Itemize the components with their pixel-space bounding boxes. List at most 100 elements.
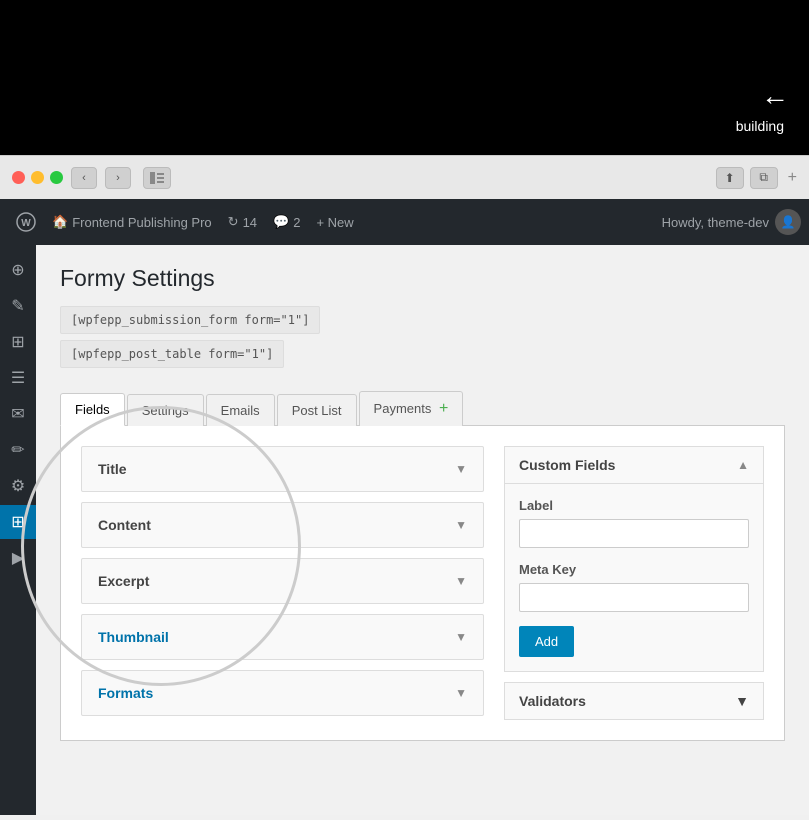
browser-actions: ⬆ ⧉ + <box>716 167 797 189</box>
settings-icon: ⚙ <box>11 476 25 496</box>
play-icon: ▶ <box>12 548 24 568</box>
avatar[interactable]: 👤 <box>775 209 801 235</box>
tab-post-list[interactable]: Post List <box>277 394 357 426</box>
sidebar-toggle-button[interactable] <box>143 167 171 189</box>
site-name[interactable]: 🏠 Frontend Publishing Pro <box>44 214 220 230</box>
plus-icon: + <box>439 400 448 417</box>
validators-chevron: ▼ <box>735 693 749 709</box>
add-button[interactable]: Add <box>519 626 574 657</box>
howdy-text: Howdy, theme-dev <box>662 215 769 230</box>
minimize-button[interactable] <box>31 171 44 184</box>
nav-back-icon: ‹ <box>82 172 86 184</box>
updates-icon: ↻ <box>228 214 239 230</box>
sidebar-item-settings[interactable]: ⚙ <box>0 469 36 503</box>
sidebar-item-media[interactable]: ⊞ <box>0 325 36 359</box>
field-title-label: Title <box>98 461 127 477</box>
field-content[interactable]: Content ▼ <box>81 502 484 548</box>
wordpress-icon: W <box>16 212 36 232</box>
field-thumbnail-chevron: ▼ <box>455 630 467 644</box>
nav-forward-button[interactable]: › <box>105 167 131 189</box>
house-icon: 🏠 <box>52 214 68 230</box>
window-icon: ⧉ <box>759 170 768 185</box>
validators-title: Validators <box>519 693 586 709</box>
traffic-lights <box>12 171 63 184</box>
tab-settings-label: Settings <box>142 403 189 418</box>
wp-logo[interactable]: W <box>8 199 44 245</box>
custom-fields-title: Custom Fields <box>519 457 615 473</box>
comments-icon: 💬 <box>273 214 289 230</box>
tab-post-list-label: Post List <box>292 403 342 418</box>
dashboard-icon: ⊕ <box>11 260 24 280</box>
meta-key-field-label: Meta Key <box>519 562 749 577</box>
custom-fields-header[interactable]: Custom Fields ▲ <box>505 447 763 484</box>
tab-fields-label: Fields <box>75 402 110 417</box>
field-formats-label: Formats <box>98 685 153 701</box>
comments-count: 2 <box>293 215 300 230</box>
field-formats[interactable]: Formats ▼ <box>81 670 484 716</box>
sidebar-icon <box>150 172 164 184</box>
sidebar-item-pages[interactable]: ☰ <box>0 361 36 395</box>
tab-settings[interactable]: Settings <box>127 394 204 426</box>
updates-count: 14 <box>243 215 257 230</box>
tab-payments[interactable]: Payments + <box>359 391 464 426</box>
nav-forward-icon: › <box>116 172 120 184</box>
wp-content: Formy Settings [wpfepp_submission_form f… <box>36 245 809 815</box>
top-bar: ← building <box>0 0 809 155</box>
field-excerpt-chevron: ▼ <box>455 574 467 588</box>
close-button[interactable] <box>12 171 25 184</box>
tab-emails[interactable]: Emails <box>206 394 275 426</box>
right-panel: Custom Fields ▲ Label Meta Key Add Valid… <box>504 446 764 720</box>
field-title[interactable]: Title ▼ <box>81 446 484 492</box>
svg-text:W: W <box>21 218 31 229</box>
wp-main: ⊕ ✎ ⊞ ☰ ✉ ✏ ⚙ ⊞ ▶ Formy Settings [wpfepp… <box>0 245 809 815</box>
new-tab-button[interactable]: + <box>788 169 797 187</box>
field-formats-chevron: ▼ <box>455 686 467 700</box>
wp-admin-bar: W 🏠 Frontend Publishing Pro ↻ 14 💬 2 + N… <box>0 199 809 245</box>
sidebar-item-comments[interactable]: ✉ <box>0 397 36 431</box>
field-thumbnail-label: Thumbnail <box>98 629 169 645</box>
shortcode-1[interactable]: [wpfepp_submission_form form="1"] <box>60 306 320 334</box>
sidebar-item-posts[interactable]: ✎ <box>0 289 36 323</box>
field-content-chevron: ▼ <box>455 518 467 532</box>
field-content-label: Content <box>98 517 151 533</box>
tab-payments-label: Payments <box>374 401 432 416</box>
comments-sidebar-icon: ✉ <box>11 404 24 424</box>
field-excerpt-label: Excerpt <box>98 573 149 589</box>
sidebar-item-media2[interactable]: ▶ <box>0 541 36 575</box>
label-input[interactable] <box>519 519 749 548</box>
meta-key-input[interactable] <box>519 583 749 612</box>
tab-content: Title ▼ Content ▼ Excerpt ▼ Thumbnail ▼ … <box>60 426 785 741</box>
page-title: Formy Settings <box>60 265 785 292</box>
pages-icon: ☰ <box>11 368 25 388</box>
custom-fields-body: Label Meta Key Add <box>505 484 763 671</box>
comments-menu[interactable]: 💬 2 <box>265 214 308 230</box>
admin-right: Howdy, theme-dev 👤 <box>662 209 801 235</box>
new-menu[interactable]: + New <box>308 215 361 230</box>
maximize-button[interactable] <box>50 171 63 184</box>
back-icon: ← <box>761 80 789 112</box>
media-icon: ⊞ <box>11 332 24 352</box>
top-bar-text: building <box>736 118 784 134</box>
validators-section[interactable]: Validators ▼ <box>504 682 764 720</box>
custom-fields-chevron: ▲ <box>737 458 749 472</box>
sidebar-item-tools[interactable]: ⊞ <box>0 505 36 539</box>
fields-panel: Title ▼ Content ▼ Excerpt ▼ Thumbnail ▼ … <box>81 446 484 720</box>
field-title-chevron: ▼ <box>455 462 467 476</box>
window-button[interactable]: ⧉ <box>750 167 778 189</box>
custom-fields-section: Custom Fields ▲ Label Meta Key Add <box>504 446 764 672</box>
sidebar-item-appearance[interactable]: ✏ <box>0 433 36 467</box>
updates-menu[interactable]: ↻ 14 <box>220 214 265 230</box>
field-thumbnail[interactable]: Thumbnail ▼ <box>81 614 484 660</box>
appearance-icon: ✏ <box>11 440 24 460</box>
shortcode-2[interactable]: [wpfepp_post_table form="1"] <box>60 340 284 368</box>
sidebar-item-dashboard[interactable]: ⊕ <box>0 253 36 287</box>
field-excerpt[interactable]: Excerpt ▼ <box>81 558 484 604</box>
share-icon: ⬆ <box>725 171 735 185</box>
tools-icon: ⊞ <box>11 512 24 532</box>
tab-fields[interactable]: Fields <box>60 393 125 426</box>
share-button[interactable]: ⬆ <box>716 167 744 189</box>
site-name-label: Frontend Publishing Pro <box>72 215 211 230</box>
nav-back-button[interactable]: ‹ <box>71 167 97 189</box>
browser-chrome: ‹ › ⬆ ⧉ + <box>0 155 809 199</box>
new-label: + New <box>316 215 353 230</box>
